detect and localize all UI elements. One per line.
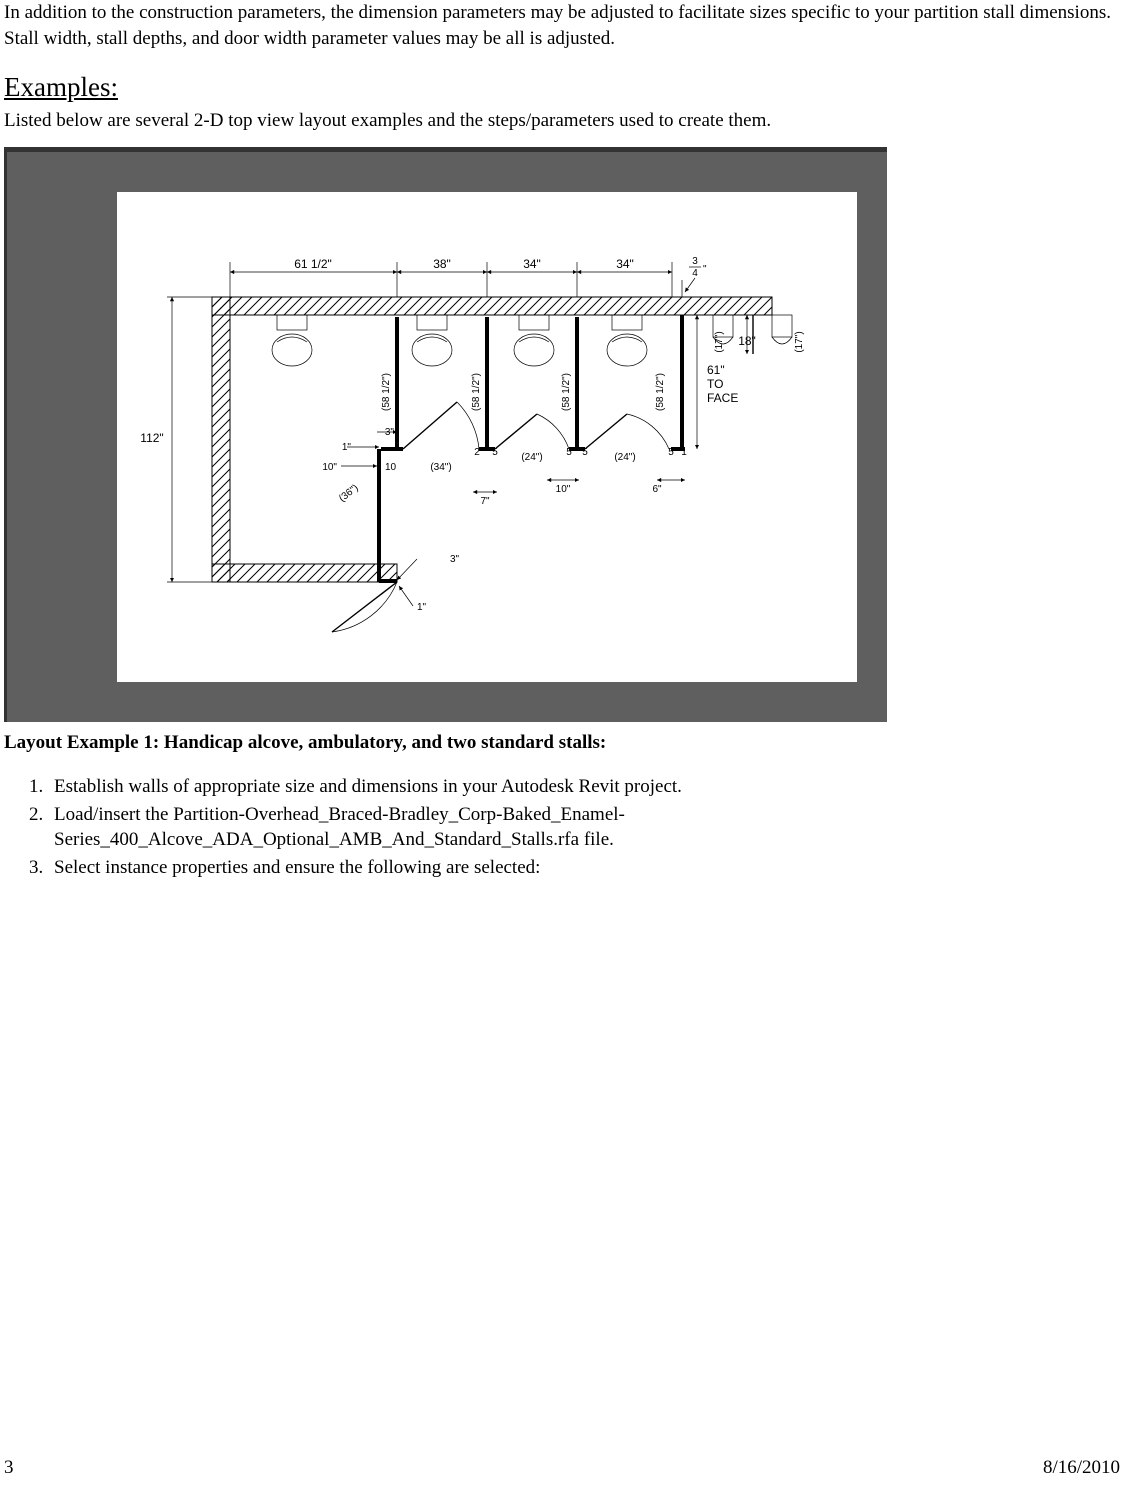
dim-label: 112" xyxy=(140,431,163,445)
dim-label: (58 1/2") xyxy=(655,373,666,411)
svg-text:61 1/2": 61 1/2" xyxy=(294,257,332,271)
svg-text:2: 2 xyxy=(474,447,480,458)
dim-label: (58 1/2") xyxy=(561,373,572,411)
svg-text:1: 1 xyxy=(681,447,687,458)
dim-label: (58 1/2") xyxy=(471,373,482,411)
svg-text:": " xyxy=(703,264,707,275)
door-swing xyxy=(495,414,569,449)
door-swing xyxy=(332,582,397,632)
outer-wall xyxy=(212,297,772,582)
list-item: Establish walls of appropriate size and … xyxy=(48,774,1120,800)
svg-text:4: 4 xyxy=(692,268,698,279)
list-item: Load/insert the Partition-Overhead_Brace… xyxy=(48,802,1120,853)
svg-text:7": 7" xyxy=(480,496,490,507)
page-date: 8/16/2010 xyxy=(1043,1455,1120,1481)
svg-text:38": 38" xyxy=(433,257,451,271)
dim-label: (24") xyxy=(614,452,635,463)
svg-text:3: 3 xyxy=(692,256,698,267)
svg-text:5: 5 xyxy=(582,447,588,458)
intro-paragraph: In addition to the construction paramete… xyxy=(4,0,1120,51)
dim-urinal: (17") 18" (17") xyxy=(714,315,805,354)
dim-label: (36") xyxy=(337,483,361,505)
layout-diagram-svg: 112" 61 1/2" 38" 34" 34" 3 xyxy=(117,192,857,682)
svg-text:TO: TO xyxy=(707,377,723,391)
svg-text:1": 1" xyxy=(417,602,427,613)
page-footer: 3 8/16/2010 xyxy=(0,1455,1124,1481)
svg-text:34": 34" xyxy=(616,257,634,271)
svg-text:10": 10" xyxy=(556,484,571,495)
door-swing xyxy=(585,414,669,449)
dim-label: (58 1/2") xyxy=(381,373,392,411)
svg-text:3": 3" xyxy=(450,554,460,565)
svg-text:3": 3" xyxy=(385,427,395,438)
svg-text:5: 5 xyxy=(492,447,498,458)
dim-wall-thickness: 3 4 " xyxy=(682,256,707,297)
layout-figure-container: 112" 61 1/2" 38" 34" 34" 3 xyxy=(4,147,887,722)
svg-text:FACE: FACE xyxy=(707,391,738,405)
front-rail xyxy=(379,449,685,582)
svg-text:5: 5 xyxy=(566,447,572,458)
svg-text:10: 10 xyxy=(385,462,397,473)
list-item: Select instance properties and ensure th… xyxy=(48,855,1120,881)
page-number: 3 xyxy=(4,1455,14,1481)
svg-text:1": 1" xyxy=(342,442,352,453)
examples-heading: Examples: xyxy=(4,69,1120,105)
toilet-icon xyxy=(412,315,452,366)
svg-text:5: 5 xyxy=(668,447,674,458)
dim-label: (24") xyxy=(521,452,542,463)
svg-text:10": 10" xyxy=(322,462,337,473)
svg-text:(17"): (17") xyxy=(794,332,805,353)
dim-top-widths: 61 1/2" 38" 34" 34" xyxy=(230,257,672,297)
layout1-steps: Establish walls of appropriate size and … xyxy=(26,774,1120,881)
svg-text:(17"): (17") xyxy=(714,332,725,353)
svg-text:6": 6" xyxy=(652,484,662,495)
svg-text:61": 61" xyxy=(707,363,725,377)
urinal-icon xyxy=(772,315,792,344)
layout-figure: 112" 61 1/2" 38" 34" 34" 3 xyxy=(117,192,857,682)
svg-text:34": 34" xyxy=(523,257,541,271)
toilet-icon xyxy=(514,315,554,366)
examples-lead: Listed below are several 2-D top view la… xyxy=(4,108,1120,134)
toilet-icon xyxy=(607,315,647,366)
dim-overall-depth: 112" xyxy=(140,297,212,582)
dim-alcove-bottom: 3" 1" xyxy=(397,554,460,613)
dim-label: (34") xyxy=(430,462,451,473)
door-swing xyxy=(403,402,479,449)
layout1-caption: Layout Example 1: Handicap alcove, ambul… xyxy=(4,730,1120,756)
toilet-icon xyxy=(272,315,312,366)
